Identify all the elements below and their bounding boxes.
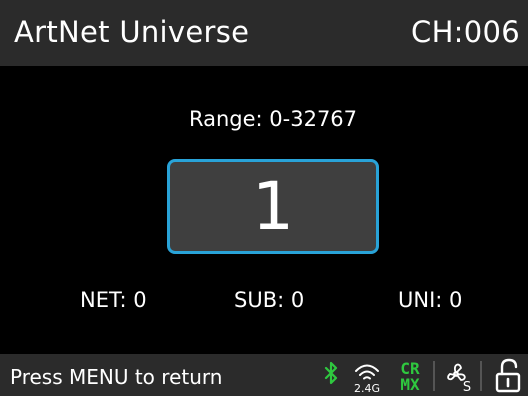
- page-title: ArtNet Universe: [14, 15, 250, 49]
- wifi-2.4g-icon: 2.4G: [354, 364, 380, 395]
- universe-value: 1: [252, 168, 294, 245]
- header-bar: ArtNet Universe CH:006: [0, 0, 528, 66]
- fan-mode-label: S: [463, 380, 471, 395]
- sub-value: SUB: 0: [234, 288, 305, 312]
- universe-value-field[interactable]: 1: [167, 159, 379, 254]
- net-value: NET: 0: [80, 288, 147, 312]
- crmx-icon: CR MX: [400, 359, 420, 394]
- uni-value: UNI: 0: [398, 288, 463, 312]
- status-divider: [433, 361, 435, 391]
- wifi-band-label: 2.4G: [354, 382, 380, 395]
- status-bar: Press MENU to return 2.4G CR MX S: [0, 354, 528, 396]
- channel-indicator: CH:006: [411, 15, 520, 49]
- range-label: Range: 0-32767: [188, 107, 358, 131]
- status-divider: [480, 361, 482, 391]
- return-hint: Press MENU to return: [10, 365, 223, 389]
- crmx-label-bottom: MX: [400, 375, 420, 394]
- unlock-icon: [495, 358, 521, 393]
- bluetooth-icon: [324, 361, 338, 385]
- fan-icon: S: [447, 363, 471, 395]
